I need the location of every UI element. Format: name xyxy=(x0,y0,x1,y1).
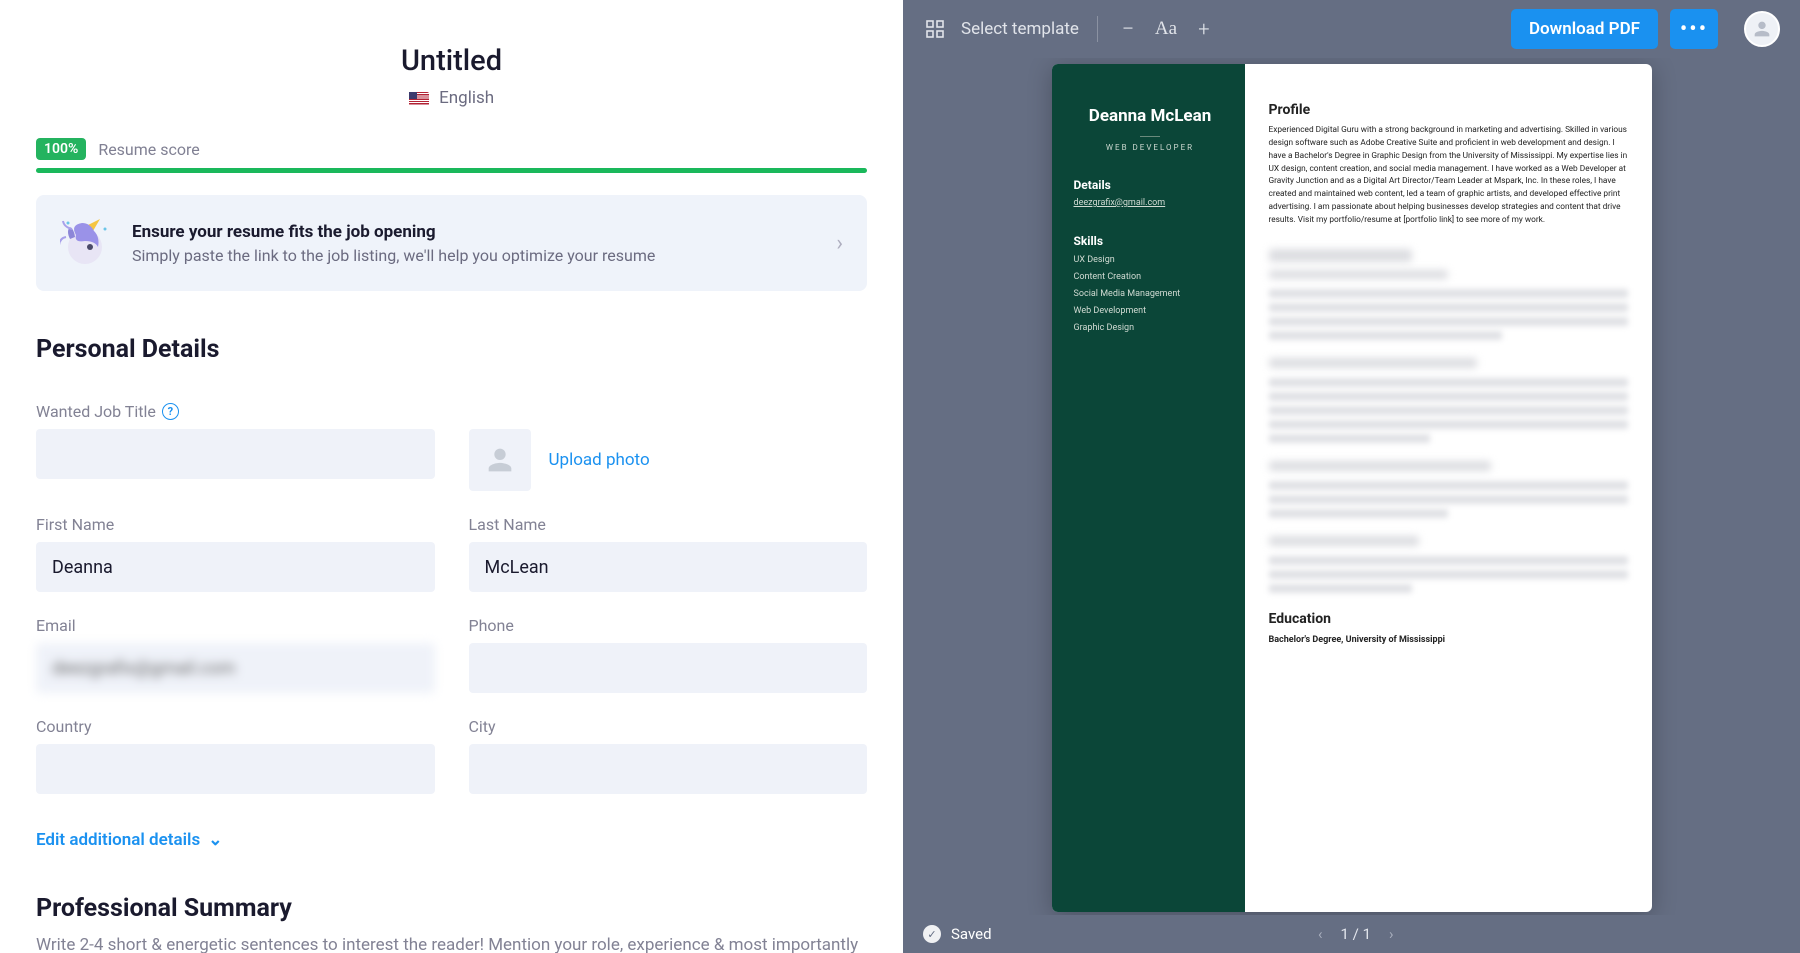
document-title[interactable]: Untitled xyxy=(36,44,867,78)
resume-name: Deanna McLean xyxy=(1074,106,1227,126)
font-increase-button[interactable]: + xyxy=(1192,17,1216,41)
job-title-label: Wanted Job Title ? xyxy=(36,402,435,421)
chevron-right-icon: › xyxy=(836,231,843,256)
first-name-input[interactable] xyxy=(36,542,435,592)
city-input[interactable] xyxy=(469,744,868,794)
next-page-button[interactable]: › xyxy=(1389,925,1394,943)
blur-subheading xyxy=(1269,461,1492,471)
download-pdf-button[interactable]: Download PDF xyxy=(1511,9,1658,49)
flag-icon xyxy=(409,92,429,106)
preview-panel: Select template − Aa + Download PDF ••• … xyxy=(903,0,1800,953)
score-progress xyxy=(36,168,867,173)
upload-photo-link[interactable]: Upload photo xyxy=(549,450,650,470)
education-item: Bachelor's Degree, University of Mississ… xyxy=(1269,635,1628,645)
profile-text: Experienced Digital Guru with a strong b… xyxy=(1269,124,1628,227)
education-heading: Education xyxy=(1269,611,1628,627)
tip-text: Ensure your resume fits the job opening … xyxy=(132,222,816,265)
city-label: City xyxy=(469,717,868,736)
editor-panel: Untitled English 100% Resume score Ensur… xyxy=(0,0,903,953)
language-label: English xyxy=(439,88,494,108)
photo-placeholder[interactable] xyxy=(469,429,531,491)
optimize-tip-card[interactable]: Ensure your resume fits the job opening … xyxy=(36,195,867,291)
prev-page-button[interactable]: ‹ xyxy=(1318,925,1323,943)
tip-title: Ensure your resume fits the job opening xyxy=(132,222,816,242)
skill-item: Content Creation xyxy=(1074,272,1227,282)
resume-sidebar: Deanna McLean WEB DEVELOPER Details deez… xyxy=(1052,64,1245,912)
blur-paragraph xyxy=(1269,481,1628,518)
select-template-button[interactable]: Select template xyxy=(961,19,1079,39)
saved-check-icon: ✓ xyxy=(923,925,941,943)
help-icon[interactable]: ? xyxy=(162,403,179,420)
resume-role: WEB DEVELOPER xyxy=(1074,143,1227,152)
blur-subheading xyxy=(1269,270,1449,279)
preview-toolbar: Select template − Aa + Download PDF ••• xyxy=(903,0,1800,58)
edit-additional-link[interactable]: Edit additional details ⌄ xyxy=(36,830,222,850)
font-size-icon: Aa xyxy=(1154,17,1178,41)
details-heading: Details xyxy=(1074,178,1227,192)
preview-area: Deanna McLean WEB DEVELOPER Details deez… xyxy=(903,58,1800,915)
blur-paragraph xyxy=(1269,556,1628,593)
resume-main: Profile Experienced Digital Guru with a … xyxy=(1245,64,1652,912)
skills-heading: Skills xyxy=(1074,234,1227,248)
country-input[interactable] xyxy=(36,744,435,794)
unicorn-icon xyxy=(60,217,112,269)
skill-item: Web Development xyxy=(1074,306,1227,316)
profile-heading: Profile xyxy=(1269,102,1628,118)
saved-label: Saved xyxy=(951,925,992,943)
page-indicator: 1 / 1 xyxy=(1341,925,1372,943)
blur-heading xyxy=(1269,249,1413,262)
email-input[interactable] xyxy=(36,643,435,693)
first-name-label: First Name xyxy=(36,515,435,534)
summary-desc: Write 2-4 short & energetic sentences to… xyxy=(36,933,867,953)
template-grid-icon[interactable] xyxy=(923,17,947,41)
summary-title: Professional Summary xyxy=(36,894,867,923)
job-title-input[interactable] xyxy=(36,429,435,479)
last-name-label: Last Name xyxy=(469,515,868,534)
tip-desc: Simply paste the link to the job listing… xyxy=(132,246,816,265)
score-label: Resume score xyxy=(98,140,199,159)
last-name-input[interactable] xyxy=(469,542,868,592)
blur-subheading xyxy=(1269,536,1420,546)
email-label: Email xyxy=(36,616,435,635)
phone-label: Phone xyxy=(469,616,868,635)
phone-input[interactable] xyxy=(469,643,868,693)
blur-paragraph xyxy=(1269,289,1628,340)
font-decrease-button[interactable]: − xyxy=(1116,17,1140,41)
blur-subheading xyxy=(1269,358,1477,368)
separator xyxy=(1097,16,1098,42)
resume-document[interactable]: Deanna McLean WEB DEVELOPER Details deez… xyxy=(1052,64,1652,912)
score-row: 100% Resume score xyxy=(36,138,867,160)
skill-item: Social Media Management xyxy=(1074,289,1227,299)
user-avatar[interactable] xyxy=(1744,11,1780,47)
country-label: Country xyxy=(36,717,435,736)
resume-email: deezgrafix@gmail.com xyxy=(1074,198,1227,208)
skill-item: Graphic Design xyxy=(1074,323,1227,333)
personal-details-title: Personal Details xyxy=(36,335,867,364)
more-options-button[interactable]: ••• xyxy=(1670,9,1718,49)
skill-item: UX Design xyxy=(1074,255,1227,265)
language-row[interactable]: English xyxy=(36,88,867,108)
chevron-down-icon: ⌄ xyxy=(208,830,222,850)
blur-paragraph xyxy=(1269,378,1628,443)
score-badge: 100% xyxy=(36,138,86,160)
preview-footer: ✓ Saved ‹ 1 / 1 › xyxy=(903,915,1800,953)
